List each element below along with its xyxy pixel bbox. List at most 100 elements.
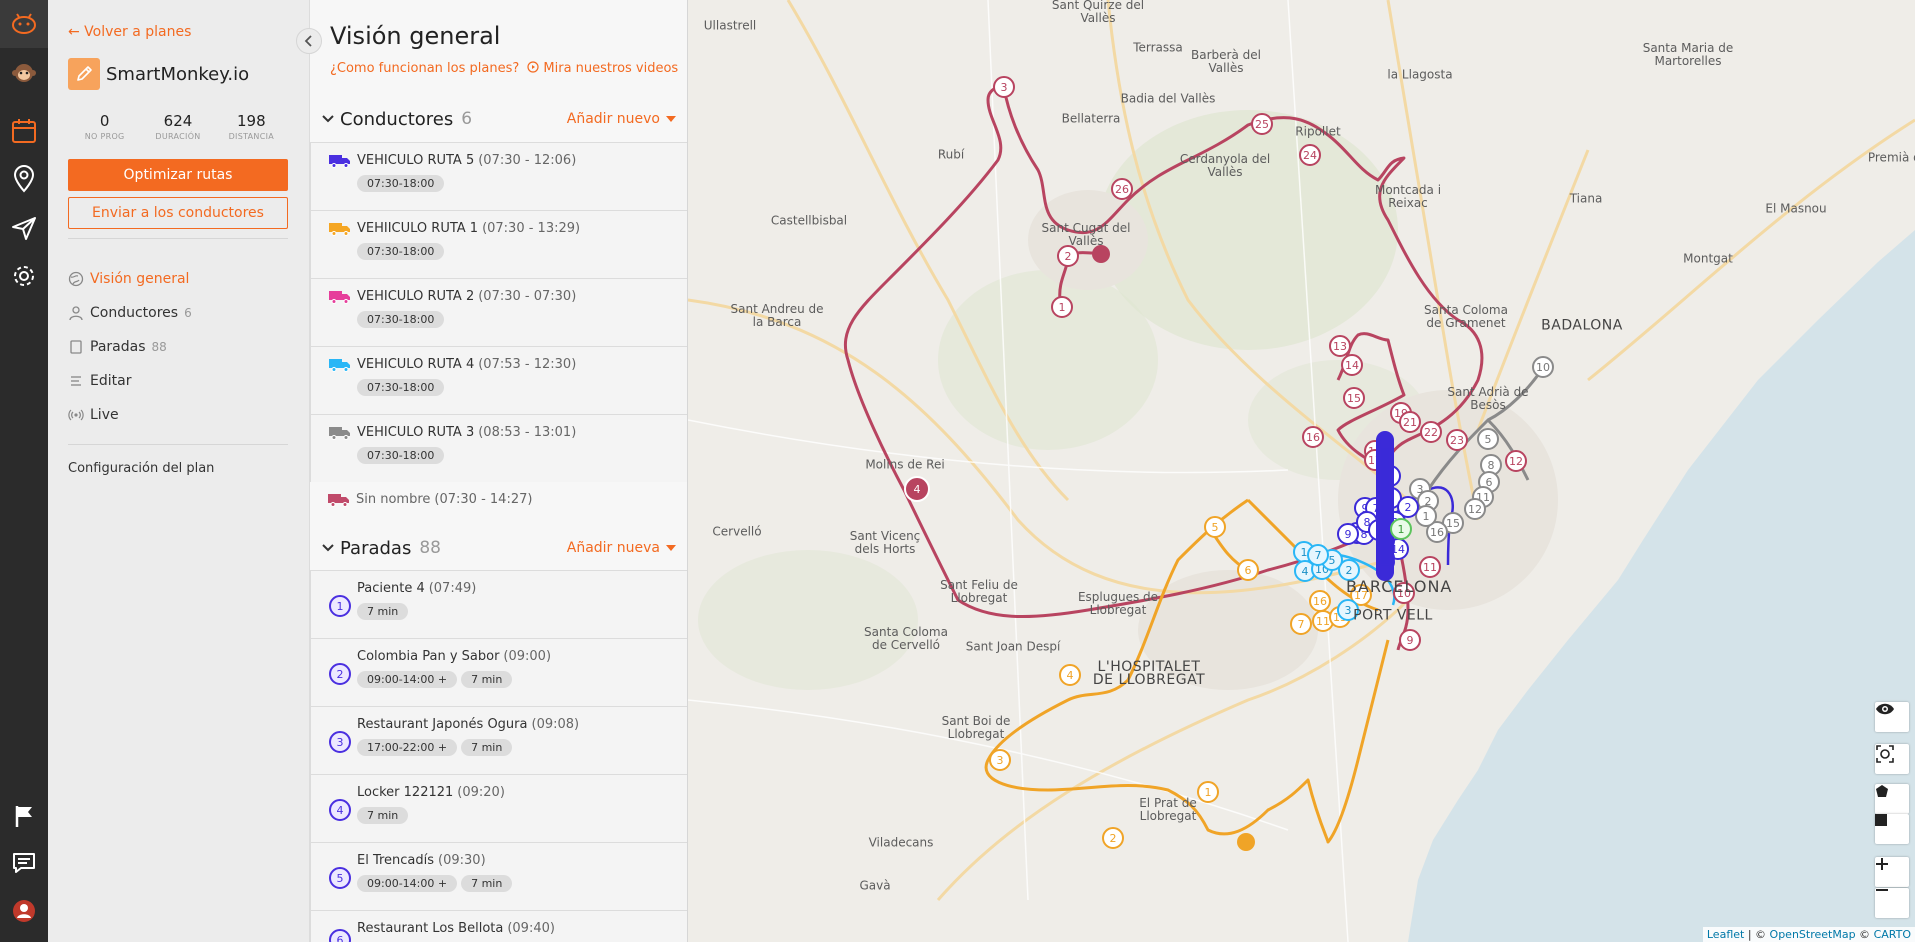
city-label-barcelona: BARCELONA — [1346, 577, 1452, 596]
send-to-drivers-button[interactable]: Enviar a los conductores — [68, 197, 288, 229]
stop-marker[interactable]: 12 — [1505, 450, 1527, 472]
carto-link[interactable]: CARTO — [1874, 928, 1911, 941]
add-stop-button[interactable]: Añadir nueva — [567, 540, 676, 556]
route-map[interactable]: 3 25 24 26 2 1 13 14 15 16 19 21 22 23 1… — [688, 0, 1915, 942]
stat-value: 624 — [163, 112, 193, 130]
draw-rectangle-button[interactable] — [1875, 814, 1909, 844]
how-plans-work-link[interactable]: ¿Como funcionan los planes? — [330, 61, 519, 76]
collapse-panel-button[interactable] — [296, 28, 322, 54]
depot-marker[interactable] — [1237, 833, 1255, 851]
stop-marker[interactable]: 3 — [993, 76, 1015, 98]
stop-marker[interactable]: 5 — [1204, 516, 1226, 538]
chevron-left-icon — [304, 35, 312, 47]
stop-marker[interactable]: 9 — [1337, 523, 1359, 545]
osm-link[interactable]: OpenStreetMap — [1770, 928, 1856, 941]
stop-marker[interactable]: 7 — [1290, 613, 1312, 635]
chat-icon[interactable] — [0, 845, 48, 881]
stop-marker[interactable]: 5 — [1477, 428, 1499, 450]
stops-list: 1 Paciente 4 (07:49) 7 min 2 Colombia Pan y S… — [310, 570, 687, 942]
stop-marker[interactable]: 1 — [1415, 505, 1437, 527]
divider — [68, 444, 288, 445]
driver-card[interactable]: VEHICULO RUTA 5 (07:30 - 12:06) 07:30-18:0… — [310, 142, 687, 210]
drivers-section-header[interactable]: Conductores 6 Añadir nuevo — [322, 106, 676, 132]
zoom-out-button[interactable] — [1875, 888, 1909, 918]
nav-item-live[interactable]: Live — [68, 398, 288, 432]
stop-marker[interactable]: 3 — [989, 749, 1011, 771]
draw-polygon-button[interactable] — [1875, 784, 1909, 814]
svg-text:9: 9 — [1407, 634, 1414, 647]
svg-text:4: 4 — [1302, 565, 1309, 578]
stop-card[interactable]: 3 Restaurant Japonés Ogura (09:08) 17:00-22… — [310, 706, 687, 774]
stops-section-header[interactable]: Paradas 88 Añadir nueva — [322, 535, 676, 561]
monkey-avatar-icon[interactable] — [0, 54, 48, 90]
flag-icon[interactable] — [0, 798, 48, 834]
settings-gear-icon[interactable] — [0, 258, 48, 294]
stop-card[interactable]: 5 El Trencadís (09:30) 09:00-14:00 +7 min — [310, 842, 687, 910]
calendar-icon[interactable] — [0, 113, 48, 149]
add-driver-button[interactable]: Añadir nuevo — [567, 111, 676, 127]
fit-bounds-button[interactable] — [1875, 744, 1909, 774]
stop-marker[interactable]: 2 — [1057, 245, 1079, 267]
svg-text:1: 1 — [1205, 786, 1212, 799]
nav-item-stops[interactable]: Paradas 88 — [68, 330, 288, 364]
back-to-plans-link[interactable]: ← Volver a planes — [68, 24, 191, 40]
stop-marker[interactable]: 14 — [1341, 354, 1363, 376]
stop-card[interactable]: 1 Paciente 4 (07:49) 7 min — [310, 570, 687, 638]
driver-card[interactable]: VEHICULO RUTA 2 (07:30 - 07:30) 07:30-18:0… — [310, 278, 687, 346]
stop-marker[interactable]: 7 — [1307, 544, 1329, 566]
nav-item-drivers[interactable]: Conductores 6 — [68, 296, 288, 330]
stop-marker[interactable]: 15 — [1343, 387, 1365, 409]
stop-marker[interactable]: 24 — [1299, 144, 1321, 166]
plan-config-link[interactable]: Configuración del plan — [68, 461, 214, 476]
stop-time: (07:49) — [428, 581, 477, 596]
stop-marker[interactable]: 16 — [1302, 426, 1324, 448]
stop-marker[interactable]: 12 — [1464, 498, 1486, 520]
stop-marker[interactable]: 16 — [1309, 590, 1331, 612]
plan-stats: 0 NO PROG 624 DURACIÓN 198 DISTANCIA — [68, 112, 288, 141]
driver-card[interactable]: VEHICULO RUTA 3 (08:53 - 13:01) 07:30-18:0… — [310, 414, 687, 482]
svg-text:21: 21 — [1403, 416, 1417, 429]
send-plane-icon[interactable] — [0, 210, 48, 246]
stop-marker[interactable]: 22 — [1420, 421, 1442, 443]
map-place-label: Barberà del Vallès — [1191, 48, 1261, 75]
stop-marker[interactable]: 1 — [1051, 296, 1073, 318]
stop-marker[interactable]: 4 — [904, 476, 930, 502]
stop-marker[interactable]: 13 — [1329, 335, 1351, 357]
svg-text:10: 10 — [1536, 361, 1550, 374]
videos-link[interactable]: Mira nuestros videos — [527, 61, 678, 76]
nav-item-overview[interactable]: Visión general — [68, 262, 288, 296]
stop-marker[interactable]: 10 — [1532, 356, 1554, 378]
zoom-in-button[interactable] — [1875, 857, 1909, 887]
stop-marker[interactable]: 25 — [1251, 113, 1273, 135]
time-window-badge: 09:00-14:00 + — [357, 875, 458, 892]
truck-icon — [329, 222, 350, 236]
location-pin-icon[interactable] — [0, 161, 48, 197]
leaflet-link[interactable]: Leaflet — [1707, 928, 1744, 941]
stop-card[interactable]: 2 Colombia Pan y Sabor (09:00) 09:00-14:00 … — [310, 638, 687, 706]
nav-item-edit[interactable]: Editar — [68, 364, 288, 398]
stop-marker[interactable]: 9 — [1399, 629, 1421, 651]
optimize-routes-button[interactable]: Optimizar rutas — [68, 159, 288, 191]
user-profile-icon[interactable] — [0, 893, 48, 929]
svg-text:15: 15 — [1347, 392, 1361, 405]
polygon-icon — [1876, 785, 1888, 797]
stop-marker[interactable]: 6 — [1237, 559, 1259, 581]
stop-marker[interactable]: 26 — [1111, 178, 1133, 200]
stop-marker[interactable]: 1 — [1390, 518, 1412, 540]
driver-card[interactable]: VEHIICULO RUTA 1 (07:30 - 13:29) 07:30-18:… — [310, 210, 687, 278]
stop-marker[interactable]: 4 — [1059, 664, 1081, 686]
stop-marker[interactable]: 11 — [1419, 556, 1441, 578]
stop-marker[interactable]: 23 — [1446, 429, 1468, 451]
depot-marker[interactable] — [1376, 431, 1394, 449]
driver-card[interactable]: VEHICULO RUTA 4 (07:53 - 12:30) 07:30-18:0… — [310, 346, 687, 414]
stop-marker[interactable]: 1 — [1197, 781, 1219, 803]
driver-card[interactable]: Sin nombre (07:30 - 14:27) — [310, 482, 687, 522]
stop-row: Restaurant Japonés Ogura (09:08) — [357, 717, 687, 732]
svg-text:3: 3 — [1345, 604, 1352, 617]
app-logo-icon[interactable] — [0, 0, 48, 48]
stop-card[interactable]: 4 Locker 122121 (09:20) 7 min — [310, 774, 687, 842]
visibility-toggle-button[interactable] — [1875, 702, 1909, 732]
stop-marker[interactable]: 21 — [1399, 411, 1421, 433]
stop-card[interactable]: 6 Restaurant Los Bellota (09:40) — [310, 910, 687, 942]
stop-marker[interactable]: 2 — [1102, 827, 1124, 849]
